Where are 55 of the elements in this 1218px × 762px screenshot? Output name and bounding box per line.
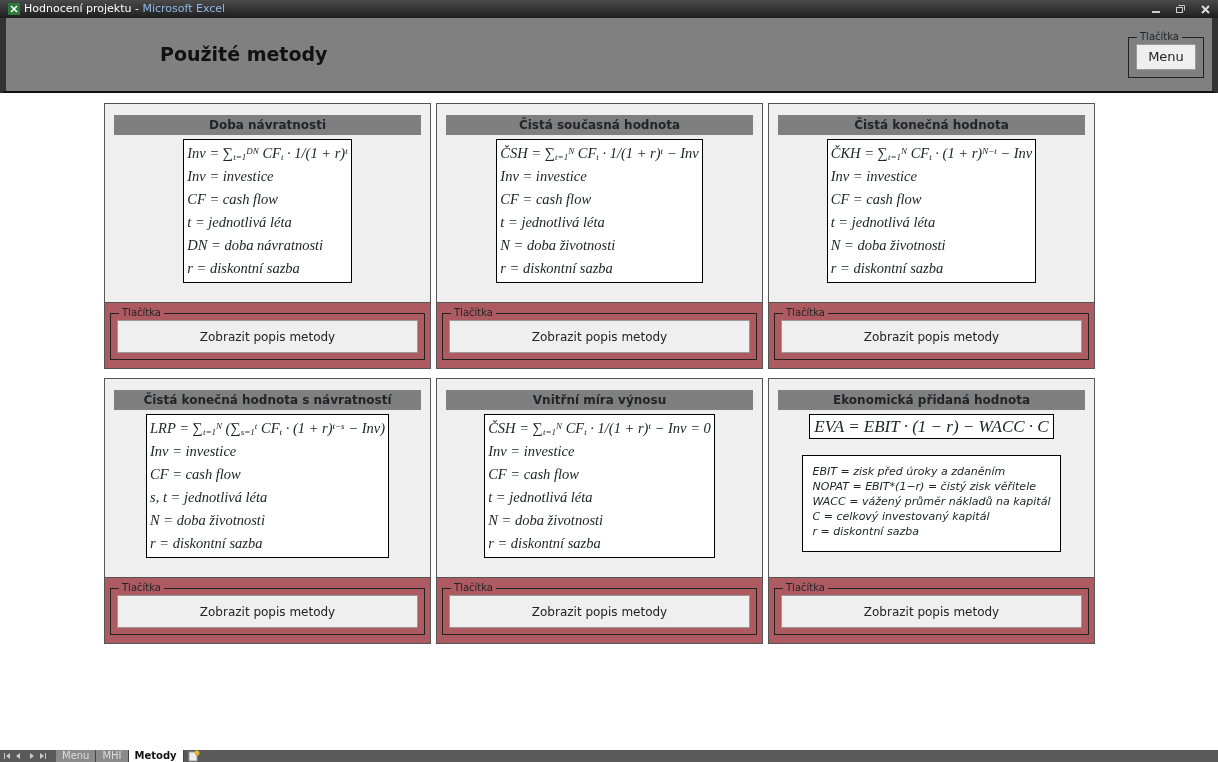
menu-button[interactable]: Menu [1136, 44, 1196, 70]
formula-definition: r = diskontní sazba [150, 534, 264, 553]
formula-definition: CF = cash flow [187, 190, 280, 209]
formula-definition: t = jednotlivá léta [500, 213, 606, 232]
method-title: Vnitřní míra výnosu [446, 390, 753, 410]
formula-definition: N = doba životnosti [150, 511, 266, 530]
formula-definition: Inv = investice [187, 167, 275, 186]
show-description-button[interactable]: Zobrazit popis metody [781, 595, 1082, 628]
formula-definition: t = jednotlivá léta [187, 213, 293, 232]
formula-definition: CF = cash flow [830, 190, 923, 209]
note-line: C = celkový investovaný kapitál [812, 509, 991, 524]
formula: Inv = ∑$_{t=1}$$^{DN}$ CF$_{t}$ · 1/(1 + r)$^{t}$ [187, 144, 348, 165]
formula-definition: Inv = investice [830, 167, 918, 186]
formula-definition: CF = cash flow [150, 465, 242, 484]
formula-definition: Inv = investice [500, 167, 588, 186]
note-line: EBIT = zisk před úroky a zdaněním [812, 464, 1007, 479]
formula-definition: s, t = jednotlivá léta [150, 488, 269, 507]
spreadsheet-icon [8, 3, 20, 15]
formula-definition: Inv = investice [488, 442, 576, 461]
show-description-button[interactable]: Zobrazit popis metody [449, 320, 750, 353]
formula-definition: r = diskontní sazba [187, 259, 301, 278]
show-description-button[interactable]: Zobrazit popis metody [781, 320, 1082, 353]
formula-definition: r = diskontní sazba [500, 259, 614, 278]
method-title: Doba návratnosti [114, 115, 421, 135]
formula-definition: t = jednotlivá léta [830, 213, 937, 232]
restore-icon[interactable] [1176, 5, 1185, 13]
show-description-button[interactable]: Zobrazit popis metody [117, 595, 418, 628]
formula-definition: CF = cash flow [500, 190, 593, 209]
note-line: r = diskontní sazba [812, 524, 920, 539]
show-description-button[interactable]: Zobrazit popis metody [117, 320, 418, 353]
formula-definition: N = doba životnosti [830, 236, 947, 255]
formula-definition: r = diskontní sazba [830, 259, 945, 278]
formula-definition: r = diskontní sazba [488, 534, 602, 553]
note-line: WACC = vážený průměr nákladů na kapitál [812, 494, 1051, 509]
note-line: NOPAT = EBIT*(1−r) = čistý zisk věřitele [812, 479, 1037, 494]
formula-definition: t = jednotlivá léta [488, 488, 594, 507]
window-title: Hodnocení projektu - Microsoft Excel [24, 0, 226, 17]
page-title: Použité metody [160, 43, 328, 66]
close-icon[interactable] [1201, 4, 1210, 14]
formula-definition: N = doba životnosti [488, 511, 605, 530]
formula-definition: CF = cash flow [488, 465, 580, 484]
method-title: Ekonomická přidaná hodnota [778, 390, 1085, 410]
formula: ČSH = ∑$_{t=1}$$^{N}$ CF$_{t}$ · 1/(1 + r)$^{t}$ − Inv [500, 144, 699, 165]
method-title: Čistá konečná hodnota [778, 115, 1085, 135]
sheet-tab[interactable]: Metody [128, 750, 184, 762]
formula: ČSH = ∑$_{t=1}$$^{N}$ CF$_{t}$ · 1/(1 + r)$^{t}$ − Inv = 0 [488, 419, 711, 440]
formula: ČKH = ∑$_{t=1}$$^{N}$ CF$_{t}$ · (1 + r)$^{N−t}$ − Inv [830, 144, 1033, 165]
method-title: Čistá současná hodnota [446, 115, 753, 135]
formula-box: EVA = EBIT · (1 − r) − WACC · C [809, 414, 1054, 439]
show-description-button[interactable]: Zobrazit popis metody [449, 595, 750, 628]
formula-definition: DN = doba návratnosti [187, 236, 325, 255]
formula-definition: Inv = investice [150, 442, 238, 461]
formula-definition: N = doba životnosti [500, 236, 617, 255]
method-title: Čistá konečná hodnota s návratností [114, 390, 421, 410]
formula: LRP = ∑$_{t=1}$$^{N}$ (∑$_{s=1}$$^{t}$ CF$_{t}$ · (1 + r)$^{t−s}$ − Inv) [150, 419, 385, 440]
